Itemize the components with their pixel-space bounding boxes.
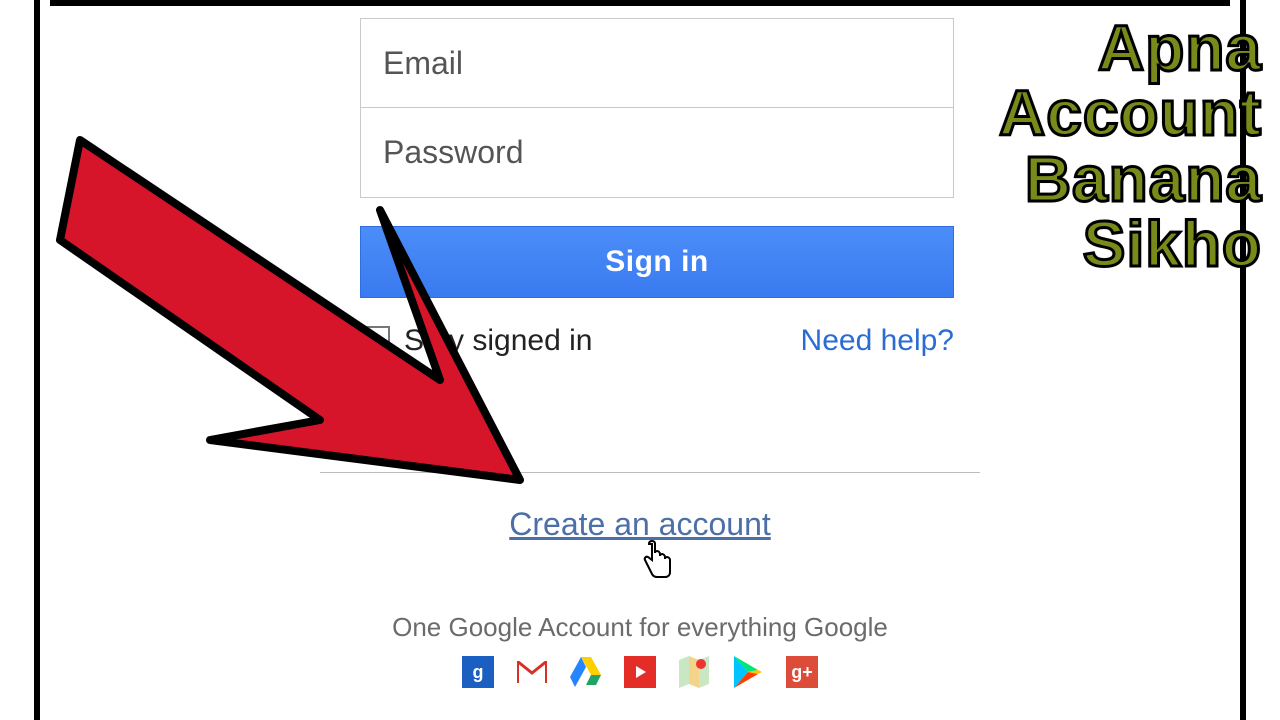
stay-signed-in-checkbox[interactable] (360, 326, 390, 356)
overlay-line-4: Sikho (999, 212, 1262, 277)
screenshot-stage: Email Password Sign in Stay signed in Ne… (0, 0, 1280, 720)
password-field[interactable]: Password (360, 108, 954, 198)
pointer-cursor-icon (640, 540, 676, 580)
frame-border-top (34, 0, 1246, 6)
password-placeholder: Password (383, 134, 524, 171)
stay-signed-in[interactable]: Stay signed in (360, 324, 592, 358)
section-divider (320, 472, 980, 473)
maps-icon (678, 656, 710, 688)
email-placeholder: Email (383, 45, 463, 82)
drive-icon (570, 656, 602, 688)
signin-button-label: Sign in (605, 245, 709, 279)
product-icons-row: g g+ (0, 656, 1280, 688)
form-options-row: Stay signed in Need help? (360, 324, 954, 358)
overlay-line-1: Apna (999, 16, 1262, 81)
tagline-text: One Google Account for everything Google (0, 612, 1280, 643)
create-account-row: Create an account (0, 506, 1280, 543)
overlay-line-2: Account (999, 81, 1262, 146)
youtube-icon (624, 656, 656, 688)
mail-icon (516, 656, 548, 688)
stay-signed-in-label: Stay signed in (404, 324, 592, 358)
email-field[interactable]: Email (360, 18, 954, 108)
need-help-link[interactable]: Need help? (801, 324, 954, 358)
signin-button[interactable]: Sign in (360, 226, 954, 298)
video-title-overlay: Apna Account Banana Sikho (999, 16, 1262, 277)
play-icon (732, 656, 764, 688)
overlay-line-3: Banana (999, 147, 1262, 212)
signin-form: Email Password Sign in Stay signed in Ne… (360, 18, 954, 358)
plus-icon: g+ (786, 656, 818, 688)
create-account-link[interactable]: Create an account (509, 506, 771, 542)
search-icon: g (462, 656, 494, 688)
